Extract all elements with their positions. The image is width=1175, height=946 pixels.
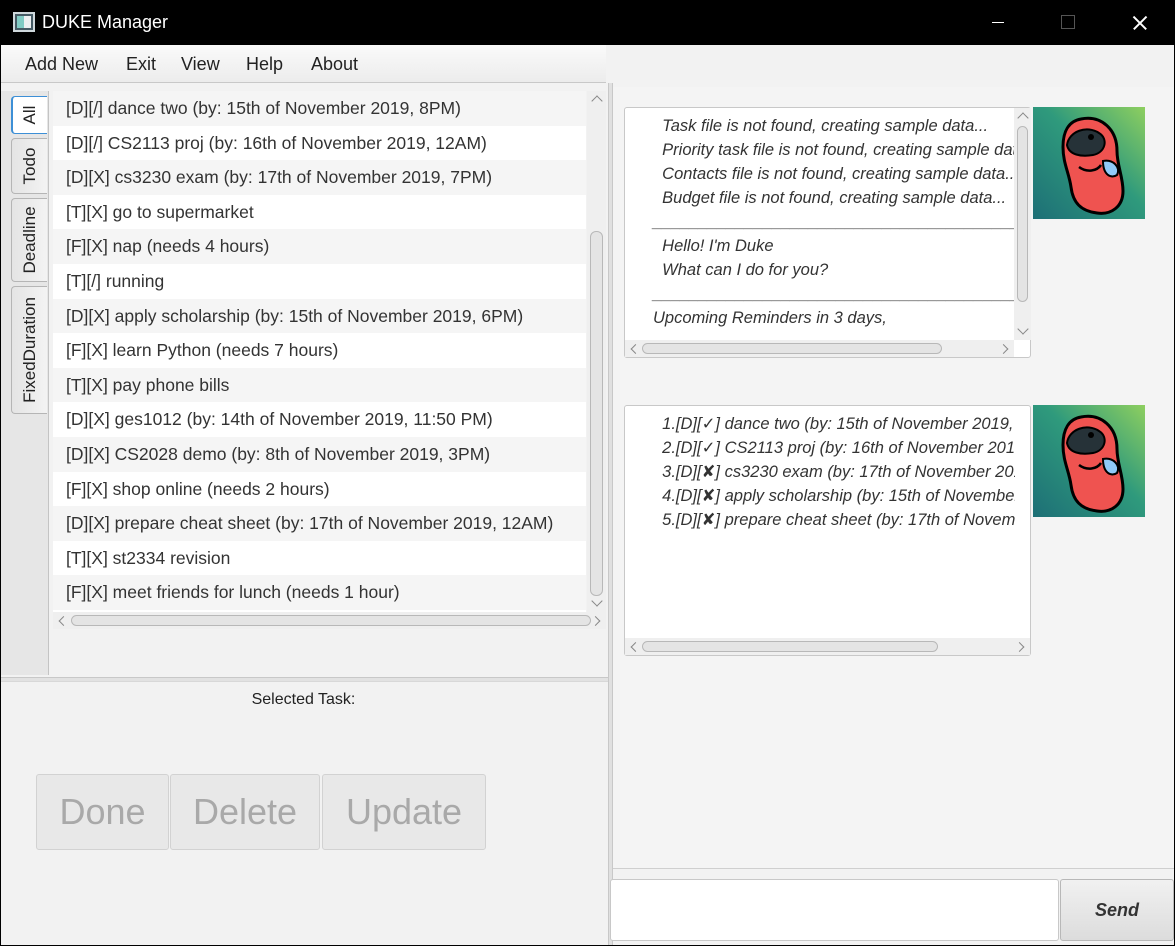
dialog-box: 1.[D][✓] dance two (by: 15th of November… — [624, 405, 1031, 656]
task-row[interactable]: [T][/] running — [53, 263, 586, 299]
tab-all[interactable]: All — [11, 96, 47, 134]
tab-todo-label: Todo — [19, 147, 39, 185]
send-button[interactable]: Send — [1060, 879, 1174, 941]
task-row[interactable]: [D][X] apply scholarship (by: 15th of No… — [53, 298, 586, 334]
task-list-vscrollbar[interactable] — [587, 91, 606, 612]
delete-button[interactable]: Delete — [170, 774, 320, 850]
window-title: DUKE Manager — [42, 12, 169, 32]
client-area: Add New Exit View Help About All Todo De… — [1, 45, 1174, 945]
scroll-left-icon[interactable] — [630, 641, 641, 652]
task-row[interactable]: [F][X] nap (needs 4 hours) — [53, 229, 586, 264]
menu-add-new[interactable]: Add New — [25, 54, 98, 75]
minimize-icon — [992, 22, 1004, 23]
task-row[interactable]: [D][X] CS2028 demo (by: 8th of November … — [53, 436, 586, 472]
dialog-vscrollbar[interactable] — [1014, 108, 1031, 340]
horizontal-splitter[interactable] — [1, 677, 608, 682]
tab-todo[interactable]: Todo — [11, 138, 47, 194]
dialog-hscrollbar[interactable] — [625, 638, 1030, 655]
menu-bar: Add New Exit View Help About — [1, 45, 606, 83]
menu-gap — [608, 45, 613, 83]
scroll-right-icon[interactable] — [998, 343, 1009, 354]
task-row[interactable]: [F][X] shop online (needs 2 hours) — [53, 471, 586, 507]
task-row[interactable]: [T][X] go to supermarket — [53, 194, 586, 230]
task-row[interactable]: [F][X] learn Python (needs 7 hours) — [53, 333, 586, 368]
dialog-text: Task file is not found, creating sample … — [653, 117, 1015, 327]
scroll-up-icon[interactable] — [1016, 112, 1029, 124]
menu-about[interactable]: About — [311, 54, 358, 75]
duke-avatar — [1033, 107, 1145, 219]
dialog-box: Task file is not found, creating sample … — [624, 107, 1031, 358]
scroll-right-icon[interactable] — [1014, 641, 1025, 652]
task-row[interactable]: [T][X] st2334 revision — [53, 540, 586, 576]
scroll-thumb[interactable] — [642, 343, 942, 354]
menu-help[interactable]: Help — [246, 54, 283, 75]
title-bar[interactable]: DUKE Manager — [0, 0, 1175, 45]
scroll-thumb[interactable] — [642, 641, 938, 652]
scroll-left-icon[interactable] — [630, 343, 641, 354]
app-icon — [13, 12, 35, 32]
tab-all-label: All — [20, 105, 39, 125]
done-button[interactable]: Done — [36, 774, 169, 850]
task-row[interactable]: [D][X] ges1012 (by: 14th of November 201… — [53, 402, 586, 437]
maximize-icon — [1061, 15, 1075, 29]
task-row[interactable]: [F][X] meet friends for lunch (needs 1 h… — [53, 575, 586, 610]
scroll-up-icon[interactable] — [590, 95, 603, 107]
scroll-left-icon[interactable] — [58, 615, 69, 626]
scroll-right-icon[interactable] — [590, 615, 601, 626]
scroll-down-icon[interactable] — [1016, 323, 1029, 335]
tab-strip: All Todo Deadline FixedDuration — [1, 91, 49, 675]
scroll-down-icon[interactable] — [590, 595, 603, 607]
minimize-button[interactable] — [975, 0, 1021, 45]
update-button[interactable]: Update — [322, 774, 486, 850]
scroll-thumb[interactable] — [1017, 126, 1028, 302]
message-input[interactable] — [610, 879, 1059, 941]
tab-fixedduration-label: FixedDuration — [19, 297, 39, 403]
tab-deadline-label: Deadline — [19, 206, 39, 274]
dialog-text: 1.[D][✓] dance two (by: 15th of November… — [662, 415, 1015, 529]
menu-exit[interactable]: Exit — [126, 54, 156, 75]
dialog-hscrollbar[interactable] — [625, 340, 1014, 357]
task-list-hscrollbar[interactable] — [53, 612, 606, 629]
close-button[interactable] — [1116, 0, 1162, 45]
task-row[interactable]: [D][/] dance two (by: 15th of November 2… — [53, 91, 586, 126]
task-list[interactable]: [D][/] dance two (by: 15th of November 2… — [53, 91, 586, 612]
chat-panel: Task file is not found, creating sample … — [613, 87, 1174, 869]
task-row[interactable]: [D][X] prepare cheat sheet (by: 17th of … — [53, 506, 586, 541]
maximize-button[interactable] — [1045, 0, 1091, 45]
task-row[interactable]: [D][/] CS2113 proj (by: 16th of November… — [53, 125, 586, 161]
selected-task-label: Selected Task: — [251, 691, 356, 708]
tab-fixedduration[interactable]: FixedDuration — [11, 286, 47, 414]
tab-deadline[interactable]: Deadline — [11, 198, 47, 282]
task-row[interactable]: [D][X] cs3230 exam (by: 17th of November… — [53, 160, 586, 195]
app-window: DUKE Manager Add New Exit View Help Abou… — [0, 0, 1175, 946]
scroll-thumb[interactable] — [71, 615, 591, 626]
left-panel: All Todo Deadline FixedDuration [D][/] d… — [1, 83, 608, 945]
menu-view[interactable]: View — [181, 54, 220, 75]
duke-avatar — [1033, 405, 1145, 517]
task-row[interactable]: [T][X] pay phone bills — [53, 367, 586, 403]
scroll-thumb[interactable] — [590, 231, 603, 596]
